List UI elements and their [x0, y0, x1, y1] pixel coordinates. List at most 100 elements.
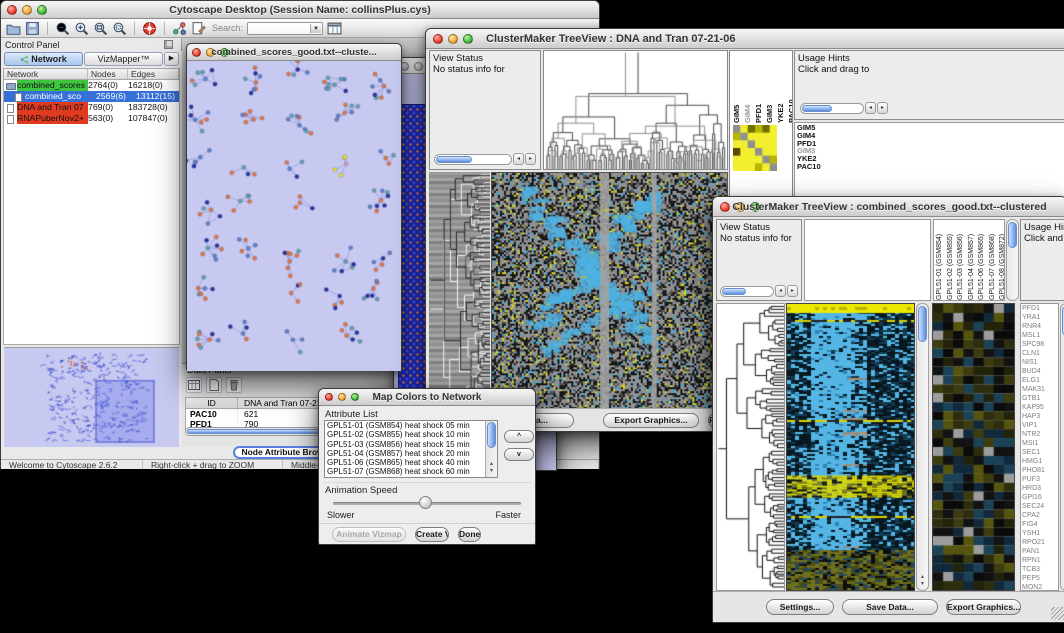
- gene-label[interactable]: NIS1: [1022, 358, 1058, 367]
- treeview-button[interactable]: Save Data...: [842, 599, 938, 615]
- zoom-window-button[interactable]: [463, 34, 473, 44]
- column-label[interactable]: PFD1: [754, 51, 763, 123]
- gene-label[interactable]: BUD4: [1022, 367, 1058, 376]
- gene-label[interactable]: HRD3: [1022, 484, 1058, 493]
- scroll-right-button[interactable]: ▸: [787, 285, 798, 297]
- network-row[interactable]: combined_sco 2569(6) 13112(15): [4, 91, 179, 102]
- gene-label[interactable]: PAN1: [1022, 547, 1058, 556]
- status-hscrollbar[interactable]: ◂ ▸: [720, 285, 798, 297]
- column-dendrogram[interactable]: [543, 50, 728, 170]
- minimize-button[interactable]: [414, 62, 423, 71]
- attribute-item[interactable]: GPL51-06 (GSM865) heat shock 40 min: [325, 458, 497, 467]
- gene-label[interactable]: YRA1: [1022, 313, 1058, 322]
- float-panel-icon[interactable]: [164, 40, 173, 49]
- column-label[interactable]: GPL51-03 (GSM856): [956, 220, 966, 300]
- scroll-down-arrow[interactable]: ▾: [917, 581, 928, 588]
- search-combobox[interactable]: ▼: [247, 22, 323, 35]
- scroll-right-button[interactable]: ▸: [525, 153, 536, 165]
- zoom-in-icon[interactable]: [74, 21, 89, 36]
- gene-label[interactable]: RPO21: [1022, 538, 1058, 547]
- column-header-network[interactable]: Network: [4, 69, 88, 79]
- scrollbar-thumb[interactable]: [918, 306, 927, 342]
- row-label[interactable]: PAC10: [797, 163, 1064, 171]
- row-dendrogram[interactable]: [429, 172, 490, 409]
- help-lifebuoy-icon[interactable]: [142, 21, 157, 36]
- zoom-selected-icon[interactable]: [112, 21, 127, 36]
- network-row[interactable]: DNA and Tran 07 769(0) 183728(0): [4, 102, 179, 113]
- gene-label[interactable]: HMG1: [1022, 457, 1058, 466]
- scrollbar-thumb[interactable]: [802, 105, 832, 112]
- column-label[interactable]: GPL51-07 (GSM868): [988, 220, 998, 300]
- list-vscrollbar[interactable]: ▴ ▾: [485, 421, 497, 477]
- row-label[interactable]: GIM5: [797, 124, 1064, 132]
- main-titlebar[interactable]: Cytoscape Desktop (Session Name: collins…: [1, 1, 599, 19]
- attribute-item[interactable]: GPL51-07 (GSM868) heat shock 60 min: [325, 467, 497, 476]
- network-graph-canvas[interactable]: [187, 61, 401, 371]
- global-heatmap[interactable]: [786, 303, 915, 591]
- speed-slider-thumb[interactable]: [419, 496, 432, 509]
- tab-overflow-arrow[interactable]: ▶: [164, 52, 179, 66]
- column-label[interactable]: GPL51-08 (GSM872): [998, 220, 1005, 300]
- treeview-button[interactable]: Export Graphics...: [946, 599, 1021, 615]
- delete-attribute-icon[interactable]: [226, 377, 242, 393]
- treeview-button[interactable]: Export Graphics...: [603, 413, 699, 428]
- column-label[interactable]: GPL51-04 (GSM857): [967, 220, 977, 300]
- vizmapper-icon[interactable]: [172, 21, 187, 36]
- gene-label[interactable]: SPC98: [1022, 340, 1058, 349]
- scroll-left-button[interactable]: ◂: [513, 153, 524, 165]
- network-view-titlebar[interactable]: combined_scores_good.txt--cluste...: [187, 44, 401, 61]
- column-labels-vscrollbar[interactable]: [1006, 219, 1019, 301]
- select-attributes-icon[interactable]: [186, 377, 202, 393]
- open-session-icon[interactable]: [6, 21, 21, 36]
- scroll-left-button[interactable]: ◂: [775, 285, 786, 297]
- gene-label[interactable]: SEC24: [1022, 502, 1058, 511]
- gene-label[interactable]: VIP1: [1022, 421, 1058, 430]
- usage-hscrollbar[interactable]: ◂ ▸: [800, 102, 888, 114]
- global-heatmap[interactable]: [491, 172, 728, 409]
- scrollbar-track[interactable]: [720, 286, 774, 297]
- network-overview-thumbnail[interactable]: [4, 347, 179, 447]
- tab-vizmapper[interactable]: VizMapper™: [84, 52, 163, 66]
- heatmap-vscrollbar[interactable]: ▴ ▾: [916, 303, 929, 591]
- attribute-item[interactable]: GPL51-01 (GSM854) heat shock 05 min: [325, 421, 497, 430]
- treeview1-titlebar[interactable]: ClusterMaker TreeView : DNA and Tran 07-…: [426, 29, 1064, 49]
- scrollbar-track[interactable]: [800, 103, 864, 114]
- annotation-icon[interactable]: [191, 21, 206, 36]
- tab-network[interactable]: Network: [4, 52, 83, 66]
- dialog-button[interactable]: Create Vizmap: [415, 527, 449, 542]
- minimize-button[interactable]: [448, 34, 458, 44]
- gene-label[interactable]: GTB1: [1022, 394, 1058, 403]
- search-dropdown-arrow[interactable]: ▼: [310, 24, 321, 33]
- treeview-button[interactable]: Settings...: [766, 599, 834, 615]
- gene-label[interactable]: PHO81: [1022, 466, 1058, 475]
- status-hscrollbar[interactable]: ◂ ▸: [434, 153, 536, 165]
- move-up-button[interactable]: ^: [504, 430, 534, 443]
- row-label[interactable]: PFD1: [797, 140, 1064, 148]
- gene-label[interactable]: CLN1: [1022, 349, 1058, 358]
- row-label[interactable]: GIM3: [797, 147, 1064, 155]
- dialog-titlebar[interactable]: Map Colors to Network: [319, 389, 535, 406]
- scroll-right-button[interactable]: ▸: [877, 102, 888, 114]
- gene-label[interactable]: NTR2: [1022, 430, 1058, 439]
- gene-label[interactable]: RNR4: [1022, 322, 1058, 331]
- gene-label[interactable]: MSI1: [1022, 439, 1058, 448]
- column-label[interactable]: GPL51-02 (GSM855): [946, 220, 956, 300]
- scrollbar-thumb[interactable]: [722, 288, 746, 295]
- gene-label[interactable]: HAP3: [1022, 412, 1058, 421]
- dialog-button[interactable]: Done: [458, 527, 481, 542]
- scrollbar-track[interactable]: [434, 154, 512, 165]
- close-button[interactable]: [433, 34, 443, 44]
- attribute-item[interactable]: GPL51-02 (GSM855) heat shock 10 min: [325, 430, 497, 439]
- attribute-item[interactable]: GPL51-04 (GSM857) heat shock 20 min: [325, 449, 497, 458]
- gene-label[interactable]: TCB3: [1022, 565, 1058, 574]
- row-dendrogram[interactable]: [716, 303, 785, 591]
- gene-label[interactable]: MAK31: [1022, 385, 1058, 394]
- zoom-fit-icon[interactable]: [93, 21, 108, 36]
- scroll-up-arrow[interactable]: ▴: [917, 574, 928, 581]
- column-header-nodes[interactable]: Nodes: [88, 69, 128, 79]
- zoom-out-icon[interactable]: [55, 21, 70, 36]
- attribute-table-icon[interactable]: [327, 21, 342, 36]
- gene-label[interactable]: PUF3: [1022, 475, 1058, 484]
- row-label[interactable]: YKE2: [797, 155, 1064, 163]
- zoom-heatmap[interactable]: [733, 125, 777, 171]
